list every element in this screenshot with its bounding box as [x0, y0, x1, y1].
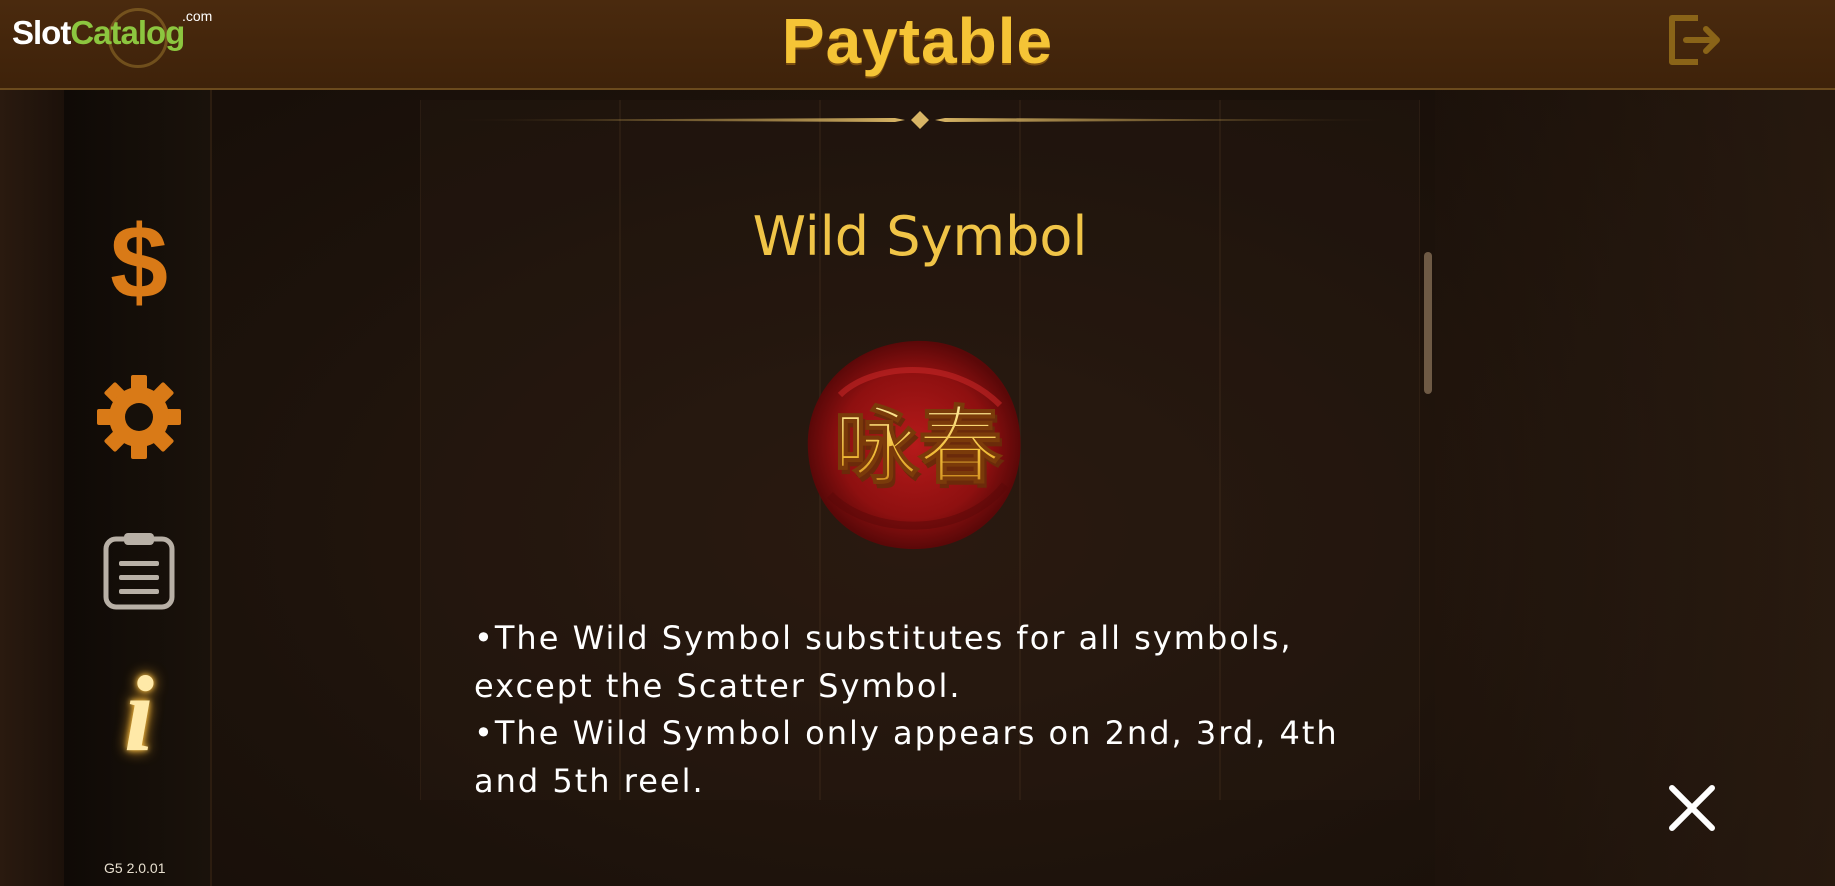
description-line: •The Wild Symbol only appears on 2nd, 3r…	[474, 714, 1339, 752]
sidebar-item-settings[interactable]	[94, 372, 184, 462]
wild-symbol-description: •The Wild Symbol substitutes for all sym…	[474, 615, 1374, 805]
gear-icon	[97, 375, 181, 459]
info-icon: i	[123, 655, 154, 774]
paytable-screen: SlotCatalog .com Paytable $ i G5 2.0.01 …	[0, 0, 1835, 886]
description-line: •The Wild Symbol substitutes for all sym…	[474, 619, 1293, 657]
ornament-divider	[440, 111, 1400, 129]
background-panel-right	[1435, 90, 1835, 886]
exit-icon[interactable]	[1664, 12, 1724, 68]
close-icon[interactable]	[1664, 780, 1720, 836]
scrollbar-thumb[interactable]	[1424, 252, 1432, 394]
sidebar: $ i	[64, 90, 212, 886]
description-line: except the Scatter Symbol.	[474, 666, 962, 705]
section-title: Wild Symbol	[752, 205, 1088, 268]
sidebar-item-info[interactable]: i	[94, 661, 184, 769]
page-title: Paytable	[781, 5, 1054, 77]
description-line: and 5th reel.	[474, 761, 705, 800]
background-panel-left	[0, 90, 64, 886]
wild-symbol-text: 咏春	[834, 397, 1002, 495]
version-label: G5 2.0.01	[104, 860, 166, 876]
dollar-icon: $	[110, 205, 168, 321]
clipboard-icon	[103, 533, 175, 610]
sidebar-item-history[interactable]	[94, 526, 184, 616]
wild-symbol-image: 咏春 咏春	[807, 340, 1021, 550]
sidebar-item-bet[interactable]: $	[94, 211, 184, 315]
header-bar: SlotCatalog .com Paytable	[0, 0, 1835, 90]
